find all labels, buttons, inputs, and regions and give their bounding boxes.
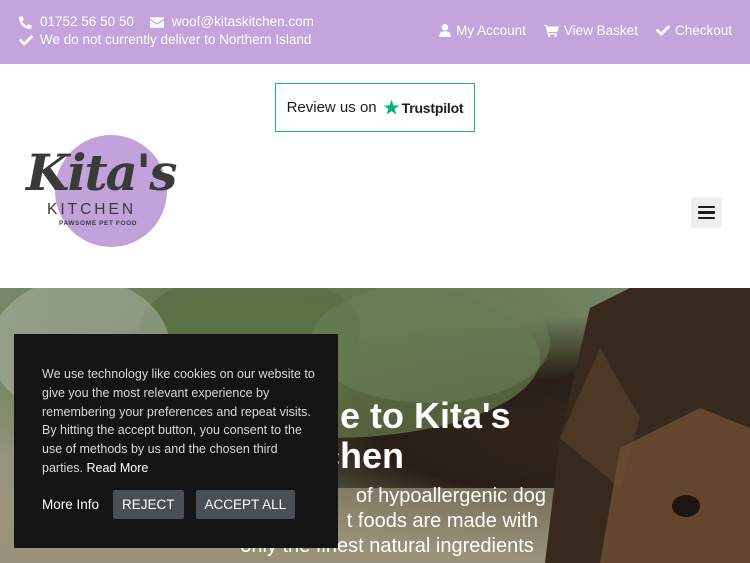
cookie-actions: More Info REJECT ACCEPT ALL: [42, 490, 307, 519]
reject-button[interactable]: REJECT: [113, 490, 184, 519]
contact-info: 01752 56 50 50 woof@kitaskitchen.com We …: [18, 13, 314, 49]
my-account-label: My Account: [456, 23, 526, 38]
logo-sub-text: KITCHEN: [47, 201, 137, 218]
star-icon: [383, 99, 399, 115]
read-more-link[interactable]: Read More: [86, 461, 148, 475]
top-bar: 01752 56 50 50 woof@kitaskitchen.com We …: [0, 0, 750, 64]
logo-tagline: PAWSOME PET FOOD: [59, 220, 138, 227]
email-link[interactable]: woof@kitaskitchen.com: [172, 13, 314, 31]
hamburger-menu-icon[interactable]: [691, 197, 722, 228]
phone-link[interactable]: 01752 56 50 50: [40, 13, 134, 31]
site-logo[interactable]: Kita's KITCHEN PAWSOME PET FOOD: [26, 134, 177, 248]
user-icon: [439, 24, 451, 37]
delivery-notice: We do not currently deliver to Northern …: [40, 32, 312, 47]
trustpilot-prefix: Review us on: [286, 99, 377, 116]
view-basket-label: View Basket: [563, 23, 638, 38]
checkout-label: Checkout: [674, 23, 732, 38]
check-icon: [655, 25, 670, 36]
cart-icon: [544, 24, 559, 37]
trustpilot-review-button[interactable]: Review us on Trustpilot: [275, 83, 475, 132]
logo-main-text: Kita's: [26, 143, 177, 202]
accept-all-button[interactable]: ACCEPT ALL: [195, 490, 296, 519]
more-info-link[interactable]: More Info: [42, 497, 99, 512]
account-links: My Account View Basket Checkout: [421, 23, 732, 38]
cookie-consent-text: We use technology like cookies on our we…: [42, 365, 317, 478]
envelope-icon: [150, 15, 165, 30]
checkout-link[interactable]: Checkout: [655, 23, 732, 38]
trustpilot-logo: Trustpilot: [383, 99, 464, 116]
view-basket-link[interactable]: View Basket: [544, 23, 638, 38]
phone-icon: [18, 15, 33, 30]
cookie-message: We use technology like cookies on our we…: [42, 367, 315, 475]
trustpilot-brand: Trustpilot: [401, 99, 464, 116]
my-account-link[interactable]: My Account: [439, 23, 526, 38]
check-icon: [18, 33, 33, 48]
cookie-consent-banner: We use technology like cookies on our we…: [14, 334, 338, 548]
